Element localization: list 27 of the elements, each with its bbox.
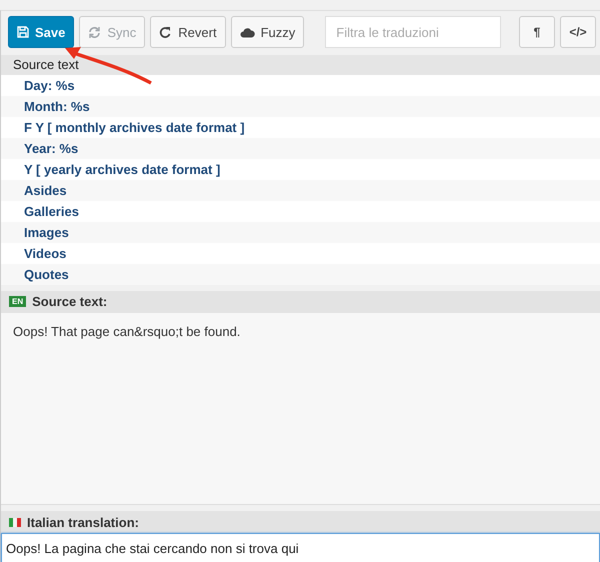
toolbar-button[interactable]: ¶: [519, 16, 555, 48]
filter-field[interactable]: Filtra le traduzioni: [325, 16, 502, 48]
string-row[interactable]: Month: %s: [1, 96, 600, 117]
string-row[interactable]: Images: [1, 222, 600, 243]
source-text: Oops! That page can&rsquo;t be found.: [1, 312, 600, 506]
save-button[interactable]: Save: [8, 16, 74, 48]
string-row[interactable]: Asides: [1, 180, 600, 201]
string-row[interactable]: Videos: [1, 243, 600, 264]
language-badge: EN: [9, 296, 26, 308]
string-row[interactable]: Day: %s: [1, 75, 600, 96]
string-row[interactable]: Galleries: [1, 201, 600, 222]
section-label: Italian translation:: [27, 514, 139, 530]
cloud-icon: [240, 26, 255, 38]
string-row[interactable]: Year: %s: [1, 138, 600, 159]
section-label: Source text:: [32, 294, 108, 310]
save-icon: [17, 26, 29, 38]
toolbar-button[interactable]: </>: [560, 16, 596, 48]
flag-icon: [9, 518, 21, 527]
string-row[interactable]: Y [ yearly archives date format ]: [1, 159, 600, 180]
revert-button[interactable]: Revert: [150, 16, 226, 48]
fuzzy-button[interactable]: Fuzzy: [230, 16, 304, 48]
string-row[interactable]: Quotes: [1, 264, 600, 285]
column-header: Source text: [1, 55, 600, 75]
string-row[interactable]: F Y [ monthly archives date format ]: [1, 117, 600, 138]
revert-icon: [159, 26, 172, 38]
sync-icon: [88, 26, 102, 38]
translation-field[interactable]: Oops! La pagina che stai cercando non si trova qui: [1, 533, 600, 562]
